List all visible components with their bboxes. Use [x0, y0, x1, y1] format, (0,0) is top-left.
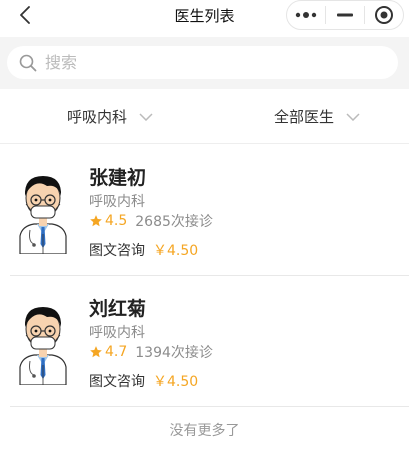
- search-bar: [0, 37, 409, 89]
- more-dots-icon: [295, 12, 317, 18]
- minimize-button[interactable]: [326, 1, 364, 29]
- chevron-down-icon: [139, 112, 153, 121]
- search-input[interactable]: [45, 53, 365, 72]
- department-filter-label: 呼吸内科: [67, 108, 128, 126]
- service-name: 图文咨询: [89, 243, 145, 259]
- service-price: ￥4.50: [153, 374, 199, 390]
- chevron-left-icon: [20, 6, 30, 24]
- department-filter[interactable]: 呼吸内科: [67, 89, 153, 144]
- rating-value: 4.5: [105, 213, 128, 229]
- search-icon: [19, 54, 37, 71]
- no-more-text: 没有更多了: [169, 423, 240, 439]
- card-divider: [10, 406, 409, 407]
- navigation-bar: 医生列表: [0, 0, 409, 30]
- more-button[interactable]: [287, 1, 325, 29]
- chevron-down-icon: [346, 112, 360, 121]
- service-name: 图文咨询: [89, 374, 145, 390]
- doctor-department: 呼吸内科: [89, 194, 145, 210]
- service-row: 图文咨询 ￥4.50: [89, 371, 198, 391]
- search-box[interactable]: [7, 46, 398, 79]
- doctor-type-filter-label: 全部医生: [274, 108, 335, 126]
- star-icon: [90, 346, 102, 358]
- filter-bar: 呼吸内科 全部医生: [0, 89, 409, 144]
- minimize-icon: [337, 13, 353, 17]
- rating-row: 4.5 2685次接诊: [89, 211, 213, 231]
- star-icon: [90, 215, 102, 227]
- consultation-count: 2685次接诊: [135, 214, 213, 230]
- consultation-count: 1394次接诊: [135, 345, 213, 361]
- rating-row: 4.7 1394次接诊: [89, 342, 213, 362]
- doctor-name: 刘红菊: [89, 298, 147, 320]
- mini-program-capsule: [286, 0, 404, 30]
- doctor-card[interactable]: 张建初 呼吸内科 4.5 2685次接诊 图文咨询 ￥4.50: [0, 145, 409, 276]
- doctor-card[interactable]: 刘红菊 呼吸内科 4.7 1394次接诊 图文咨询 ￥4.50: [0, 276, 409, 407]
- doctor-name: 张建初: [89, 167, 147, 189]
- service-price: ￥4.50: [153, 243, 199, 259]
- doctor-avatar-icon: [19, 307, 67, 385]
- doctor-type-filter[interactable]: 全部医生: [274, 89, 360, 144]
- close-miniprogram-button[interactable]: [365, 1, 403, 29]
- doctor-department: 呼吸内科: [89, 325, 145, 341]
- back-button[interactable]: [14, 4, 36, 26]
- rating-value: 4.7: [105, 344, 128, 360]
- service-row: 图文咨询 ￥4.50: [89, 240, 198, 260]
- target-circle-icon: [375, 6, 393, 24]
- doctor-avatar-icon: [19, 176, 67, 254]
